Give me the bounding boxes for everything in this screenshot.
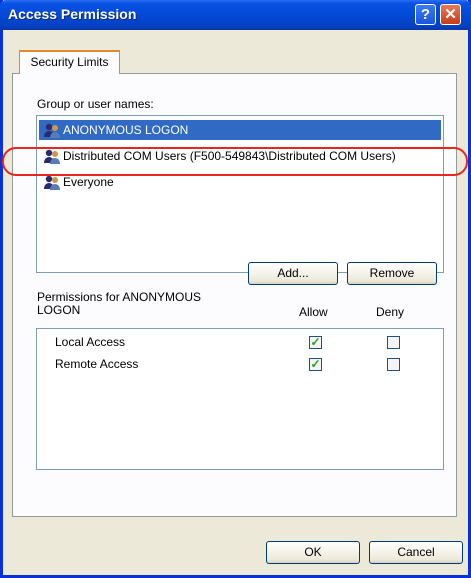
checkmark-icon: ✓ — [310, 357, 321, 371]
title-bar[interactable]: Access Permission ? ✕ — [0, 0, 471, 30]
user-group-icon — [44, 175, 60, 190]
list-item-label: ANONYMOUS LOGON — [63, 123, 189, 137]
deny-column-header: Deny — [376, 305, 405, 319]
permissions-label-line2: LOGON — [37, 303, 81, 317]
help-icon: ? — [420, 6, 431, 23]
remove-button[interactable]: Remove — [347, 262, 437, 285]
close-button[interactable]: ✕ — [440, 4, 461, 25]
group-user-list[interactable]: ANONYMOUS LOGON Distributed COM Users (F… — [36, 115, 444, 273]
permissions-label-line1: Permissions for ANONYMOUS — [37, 290, 202, 304]
group-names-label: Group or user names: — [37, 97, 154, 111]
allow-column-header: Allow — [299, 305, 328, 319]
ok-button[interactable]: OK — [266, 541, 360, 564]
window-title: Access Permission — [8, 6, 137, 22]
permission-remote-access-label: Remote Access — [55, 357, 139, 371]
remote-access-deny-checkbox[interactable] — [387, 358, 400, 371]
cancel-button[interactable]: Cancel — [369, 541, 463, 564]
remote-access-allow-checkbox[interactable]: ✓ — [309, 357, 322, 371]
permission-local-access-label: Local Access — [55, 335, 126, 349]
annotation-highlight-oval — [2, 147, 468, 176]
close-icon: ✕ — [444, 6, 457, 23]
local-access-allow-checkbox[interactable]: ✓ — [309, 335, 322, 349]
user-group-icon — [44, 123, 60, 138]
permissions-list: Local Access ✓ Remote Access ✓ — [36, 328, 444, 470]
add-button[interactable]: Add... — [248, 262, 338, 285]
checkmark-icon: ✓ — [310, 335, 321, 349]
list-item-anonymous-logon[interactable]: ANONYMOUS LOGON — [39, 120, 441, 140]
local-access-deny-checkbox[interactable] — [387, 336, 400, 349]
tab-security-limits[interactable]: Security Limits — [19, 50, 120, 74]
help-button[interactable]: ? — [415, 4, 436, 25]
